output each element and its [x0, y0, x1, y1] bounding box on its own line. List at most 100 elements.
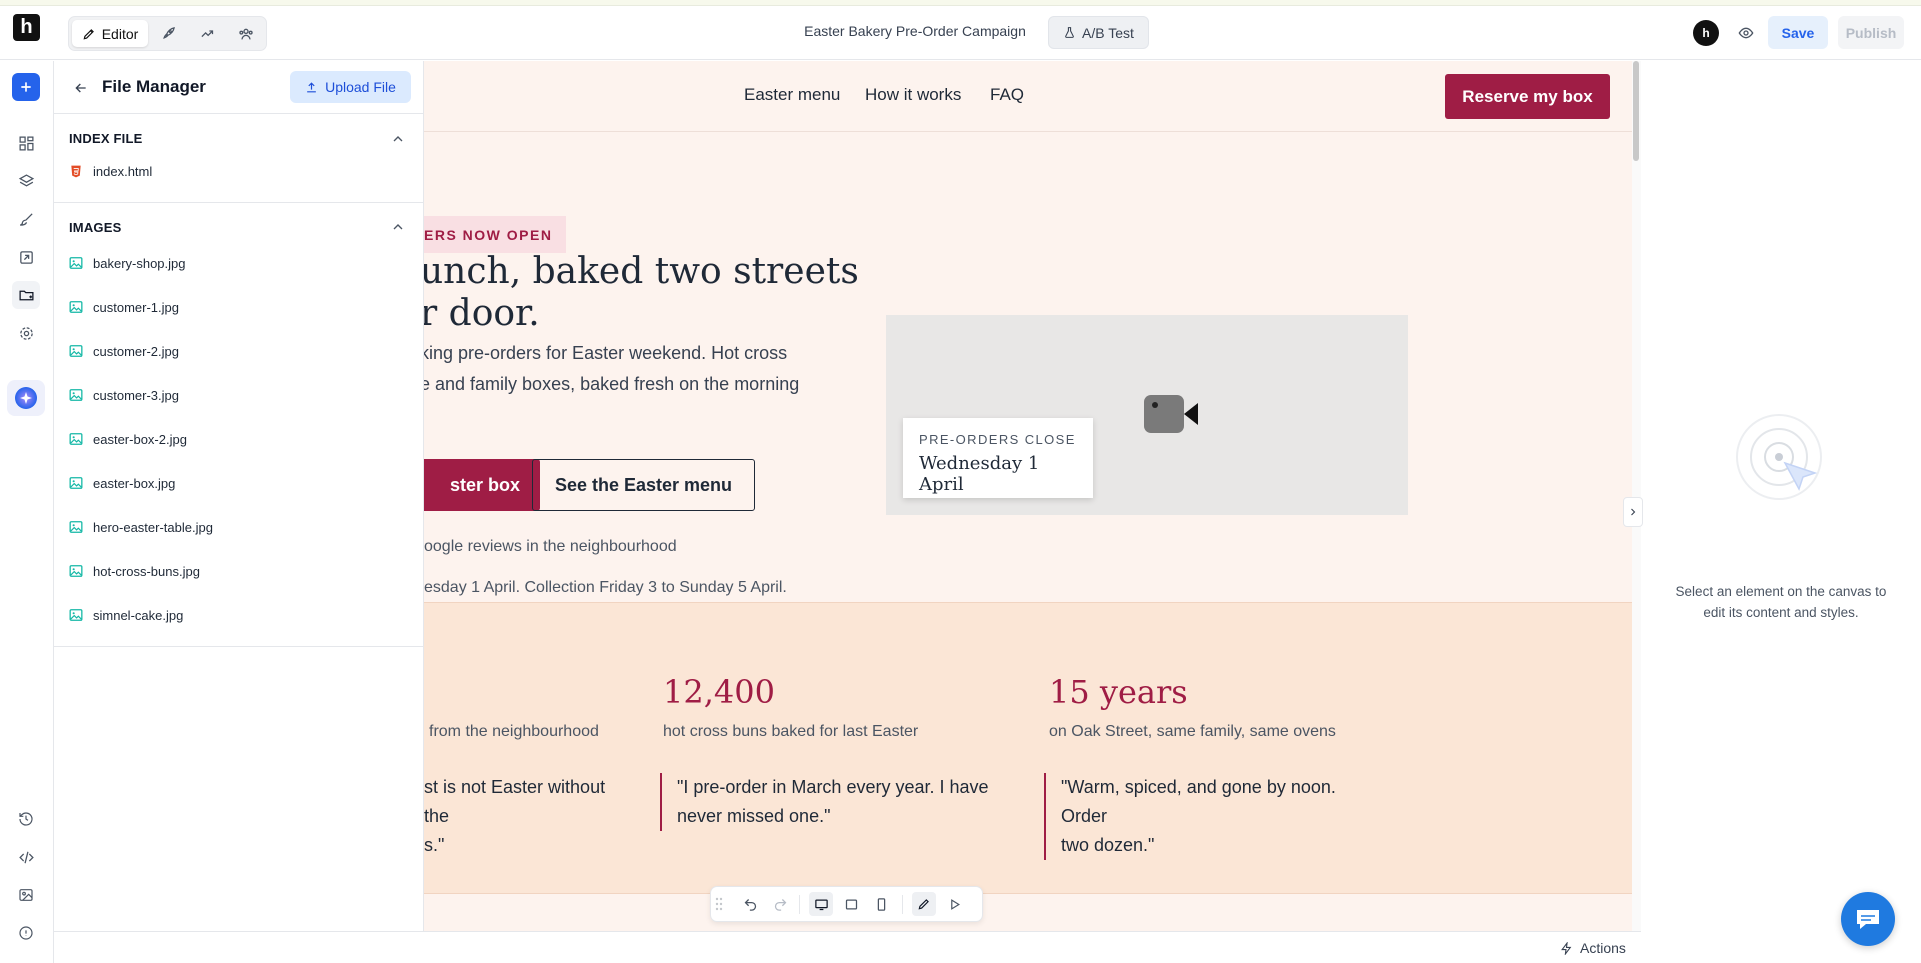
image-icon — [19, 889, 33, 901]
desktop-view-button[interactable] — [809, 892, 833, 916]
image-file-icon — [69, 521, 83, 533]
tablet-view-button[interactable] — [839, 892, 863, 916]
pencil-icon — [918, 899, 929, 910]
hero-eyebrow[interactable]: ERS NOW OPEN — [424, 216, 567, 253]
stats-section[interactable]: from the neighbourhood 12,400 hot cross … — [424, 602, 1632, 894]
file-manager-header: File Manager Upload File — [54, 61, 424, 114]
rail-pages-button[interactable] — [12, 129, 40, 157]
rail-layers-button[interactable] — [12, 167, 40, 195]
canvas-scroll-thumb[interactable] — [1633, 61, 1639, 161]
nav-link-how-it-works[interactable]: How it works — [865, 85, 961, 105]
image-file-icon — [69, 433, 83, 445]
file-name: customer-3.jpg — [93, 387, 179, 403]
upload-file-button[interactable]: Upload File — [290, 71, 411, 103]
user-avatar[interactable]: h — [1693, 20, 1719, 46]
actions-label: Actions — [1580, 940, 1626, 956]
file-manager-title: File Manager — [102, 77, 206, 96]
reserve-easter-box-button[interactable]: ster box — [424, 459, 540, 511]
hero-body[interactable]: king pre-orders for Easter weekend. Hot … — [424, 338, 900, 400]
toolbar-separator — [902, 895, 903, 914]
brush-icon — [19, 212, 33, 226]
dates-line[interactable]: esday 1 April. Collection Friday 3 to Su… — [424, 579, 1113, 597]
code-icon — [18, 851, 34, 863]
preorders-close-label: PRE-ORDERS CLOSE — [919, 432, 1076, 447]
see-easter-menu-button[interactable]: See the Easter menu — [532, 459, 755, 511]
add-icon — [21, 82, 31, 92]
nav-link-faq[interactable]: FAQ — [990, 85, 1024, 105]
section-divider — [54, 202, 424, 203]
mobile-view-button[interactable] — [869, 892, 893, 916]
file-name: hero-easter-table.jpg — [93, 519, 213, 535]
support-chat-button[interactable] — [1841, 892, 1895, 946]
hero-video-placeholder[interactable]: PRE-ORDERS CLOSE Wednesday 1 April — [886, 315, 1408, 515]
ai-assistant-button[interactable] — [7, 380, 45, 416]
file-name: simnel-cake.jpg — [93, 607, 184, 623]
audience-mode-button[interactable] — [230, 20, 262, 47]
nav-link-easter-menu[interactable]: Easter menu — [744, 85, 840, 105]
chart-icon — [200, 30, 213, 38]
chevron-up-icon[interactable] — [390, 131, 406, 147]
app-logo[interactable]: h — [13, 14, 40, 41]
canvas-scrollbar[interactable] — [1632, 61, 1641, 931]
redo-button[interactable] — [768, 892, 792, 916]
play-preview-button[interactable] — [942, 892, 966, 916]
rail-export-button[interactable] — [12, 243, 40, 271]
files-icon — [18, 290, 34, 300]
file-item-image[interactable]: simnel-cake.jpg — [54, 597, 424, 633]
campaign-title[interactable]: Easter Bakery Pre-Order Campaign — [804, 23, 1026, 39]
arrow-left-icon — [75, 83, 86, 93]
image-file-icon — [69, 345, 83, 357]
file-item-image[interactable]: customer-2.jpg — [54, 333, 424, 369]
add-element-button[interactable] — [12, 73, 40, 101]
users-icon — [239, 28, 253, 39]
launch-mode-button[interactable] — [152, 20, 184, 47]
rail-media-button[interactable] — [12, 881, 40, 909]
reviews-line[interactable]: oogle reviews in the neighbourhood — [424, 538, 1113, 556]
play-icon — [950, 898, 960, 910]
editor-mode-button[interactable]: Editor — [72, 20, 148, 47]
testimonial-quote[interactable]: st is not Easter without the s." — [424, 773, 629, 860]
editor-canvas[interactable]: Easter menu How it works FAQ Reserve my … — [424, 61, 1632, 931]
file-name: bakery-shop.jpg — [93, 255, 186, 271]
preview-button[interactable] — [1733, 20, 1759, 46]
file-item-image[interactable]: bakery-shop.jpg — [54, 245, 424, 281]
drag-handle[interactable] — [713, 892, 725, 916]
file-item-image[interactable]: hot-cross-buns.jpg — [54, 553, 424, 589]
analytics-mode-button[interactable] — [191, 20, 223, 47]
back-button[interactable] — [70, 77, 92, 99]
image-file-icon — [69, 301, 83, 313]
eye-icon — [1738, 27, 1754, 39]
publish-button[interactable]: Publish — [1838, 16, 1904, 49]
select-element-illustration — [1736, 414, 1822, 500]
ab-test-button[interactable]: A/B Test — [1048, 16, 1149, 49]
file-name: customer-2.jpg — [93, 343, 179, 359]
image-file-icon — [69, 609, 83, 621]
ab-test-label: A/B Test — [1082, 24, 1134, 41]
rail-history-button[interactable] — [12, 805, 40, 833]
collapse-panel-button[interactable] — [1623, 497, 1643, 527]
file-item-image[interactable]: easter-box.jpg — [54, 465, 424, 501]
rail-styles-button[interactable] — [12, 205, 40, 233]
testimonial-quote[interactable]: "I pre-order in March every year. I have… — [660, 773, 990, 831]
file-item-image[interactable]: easter-box-2.jpg — [54, 421, 424, 457]
file-name: hot-cross-buns.jpg — [93, 563, 200, 579]
history-icon — [19, 812, 33, 826]
edit-mode-button[interactable] — [912, 892, 936, 916]
file-item-image[interactable]: customer-3.jpg — [54, 377, 424, 413]
chevron-up-icon[interactable] — [390, 219, 406, 235]
file-item-image[interactable]: customer-1.jpg — [54, 289, 424, 325]
reserve-box-button[interactable]: Reserve my box — [1445, 74, 1610, 119]
preorders-close-card[interactable]: PRE-ORDERS CLOSE Wednesday 1 April — [903, 418, 1093, 498]
testimonial-quote[interactable]: "Warm, spiced, and gone by noon. Order t… — [1044, 773, 1374, 860]
rail-code-button[interactable] — [12, 843, 40, 871]
save-button[interactable]: Save — [1768, 16, 1828, 49]
rail-info-button[interactable] — [12, 919, 40, 947]
file-item-index[interactable]: index.html — [54, 153, 424, 189]
undo-button[interactable] — [738, 892, 762, 916]
file-item-image[interactable]: hero-easter-table.jpg — [54, 509, 424, 545]
actions-button[interactable]: Actions — [1560, 932, 1626, 963]
preorders-close-date: Wednesday 1 April — [919, 453, 1040, 495]
export-icon — [19, 250, 33, 264]
rail-settings-button[interactable] — [12, 319, 40, 347]
rail-files-button[interactable] — [12, 281, 40, 309]
